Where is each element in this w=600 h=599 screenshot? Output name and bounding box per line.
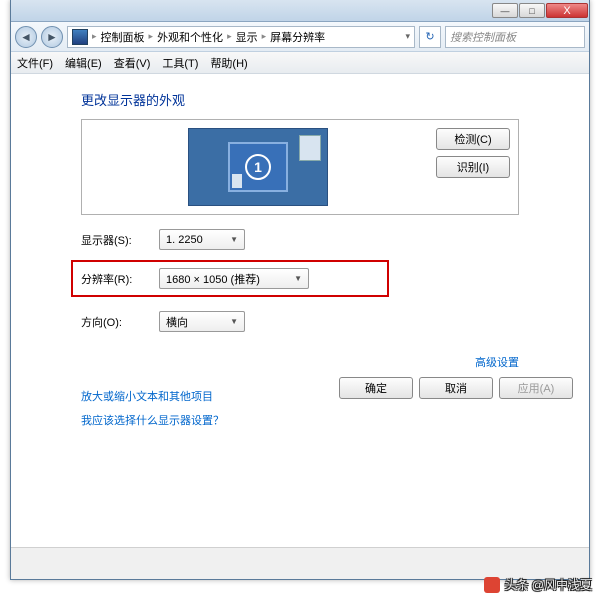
resolution-highlight: 分辨率(R): 1680 × 1050 (推荐) ▼ [71, 260, 389, 297]
control-panel-icon [72, 29, 88, 45]
chevron-right-icon: ▸ [149, 31, 154, 42]
breadcrumb-item[interactable]: 控制面板 [101, 29, 145, 45]
nav-forward-button[interactable]: ► [41, 26, 63, 48]
breadcrumb-item[interactable]: 显示 [236, 29, 258, 45]
menu-file[interactable]: 文件(F) [17, 55, 53, 71]
close-button[interactable]: X [546, 3, 588, 18]
breadcrumb[interactable]: ▸ 控制面板 ▸ 外观和个性化 ▸ 显示 ▸ 屏幕分辨率 ▾ [67, 26, 415, 48]
watermark: 头条 @风中浅夏 [484, 576, 592, 593]
refresh-button[interactable]: ↻ [419, 26, 441, 48]
detect-button[interactable]: 检测(C) [436, 128, 510, 150]
window: — □ X ◄ ► ▸ 控制面板 ▸ 外观和个性化 ▸ 显示 ▸ 屏幕分辨率 ▾… [10, 0, 590, 580]
monitor-preview[interactable]: 1 [90, 128, 426, 206]
identify-button[interactable]: 识别(I) [436, 156, 510, 178]
breadcrumb-dropdown-icon[interactable]: ▾ [405, 31, 410, 42]
page-title: 更改显示器的外观 [81, 90, 519, 109]
chevron-down-icon: ▼ [230, 317, 238, 326]
ok-button[interactable]: 确定 [339, 377, 413, 399]
window-titlebar: — □ X [11, 0, 589, 22]
resolution-row: 分辨率(R): 1680 × 1050 (推荐) ▼ [81, 268, 379, 289]
which-settings-link[interactable]: 我应该选择什么显示器设置？ [81, 412, 519, 428]
status-bar [11, 547, 589, 579]
resolution-combobox[interactable]: 1680 × 1050 (推荐) ▼ [159, 268, 309, 289]
orientation-label: 方向(O): [81, 314, 151, 330]
monitor-2-thumb[interactable] [299, 135, 321, 161]
display-combobox[interactable]: 1. 2250 ▼ [159, 229, 245, 250]
orientation-combobox[interactable]: 横向 ▼ [159, 311, 245, 332]
apply-button: 应用(A) [499, 377, 573, 399]
monitor-number-badge: 1 [245, 154, 271, 180]
dialog-buttons: 确定 取消 应用(A) [339, 377, 573, 399]
chevron-right-icon: ▸ [262, 31, 267, 42]
cancel-button[interactable]: 取消 [419, 377, 493, 399]
display-value: 1. 2250 [166, 234, 203, 246]
menu-help[interactable]: 帮助(H) [210, 55, 247, 71]
resolution-label: 分辨率(R): [81, 271, 151, 287]
display-label: 显示器(S): [81, 232, 151, 248]
minimize-button[interactable]: — [492, 3, 518, 18]
display-row: 显示器(S): 1. 2250 ▼ [81, 229, 519, 250]
search-input[interactable]: 搜索控制面板 [445, 26, 585, 48]
chevron-down-icon: ▼ [230, 235, 238, 244]
nav-back-button[interactable]: ◄ [15, 26, 37, 48]
monitor-preview-panel: 1 检测(C) 识别(I) [81, 119, 519, 215]
menu-edit[interactable]: 编辑(E) [65, 55, 102, 71]
menu-view[interactable]: 查看(V) [114, 55, 151, 71]
monitor-taskbar-icon [232, 174, 242, 188]
chevron-right-icon: ▸ [227, 31, 232, 42]
toutiao-icon [484, 577, 500, 593]
maximize-button[interactable]: □ [519, 3, 545, 18]
advanced-settings-row: 高级设置 [81, 354, 519, 370]
resolution-value: 1680 × 1050 (推荐) [166, 271, 260, 287]
monitor-1-thumb[interactable]: 1 [228, 142, 288, 192]
menubar: 文件(F) 编辑(E) 查看(V) 工具(T) 帮助(H) [11, 52, 589, 74]
chevron-down-icon: ▼ [294, 274, 302, 283]
chevron-right-icon: ▸ [92, 31, 97, 42]
orientation-row: 方向(O): 横向 ▼ [81, 311, 519, 332]
orientation-value: 横向 [166, 314, 188, 330]
breadcrumb-item[interactable]: 屏幕分辨率 [270, 29, 325, 45]
advanced-settings-link[interactable]: 高级设置 [475, 357, 519, 369]
breadcrumb-item[interactable]: 外观和个性化 [157, 29, 223, 45]
monitor-preview-bg: 1 [188, 128, 328, 206]
content-pane: 更改显示器的外观 1 检测(C) 识别(I) 显示器(S): 1. 2250 [11, 74, 589, 428]
nav-toolbar: ◄ ► ▸ 控制面板 ▸ 外观和个性化 ▸ 显示 ▸ 屏幕分辨率 ▾ ↻ 搜索控… [11, 22, 589, 52]
menu-tools[interactable]: 工具(T) [162, 55, 198, 71]
watermark-text: 头条 @风中浅夏 [504, 576, 592, 593]
